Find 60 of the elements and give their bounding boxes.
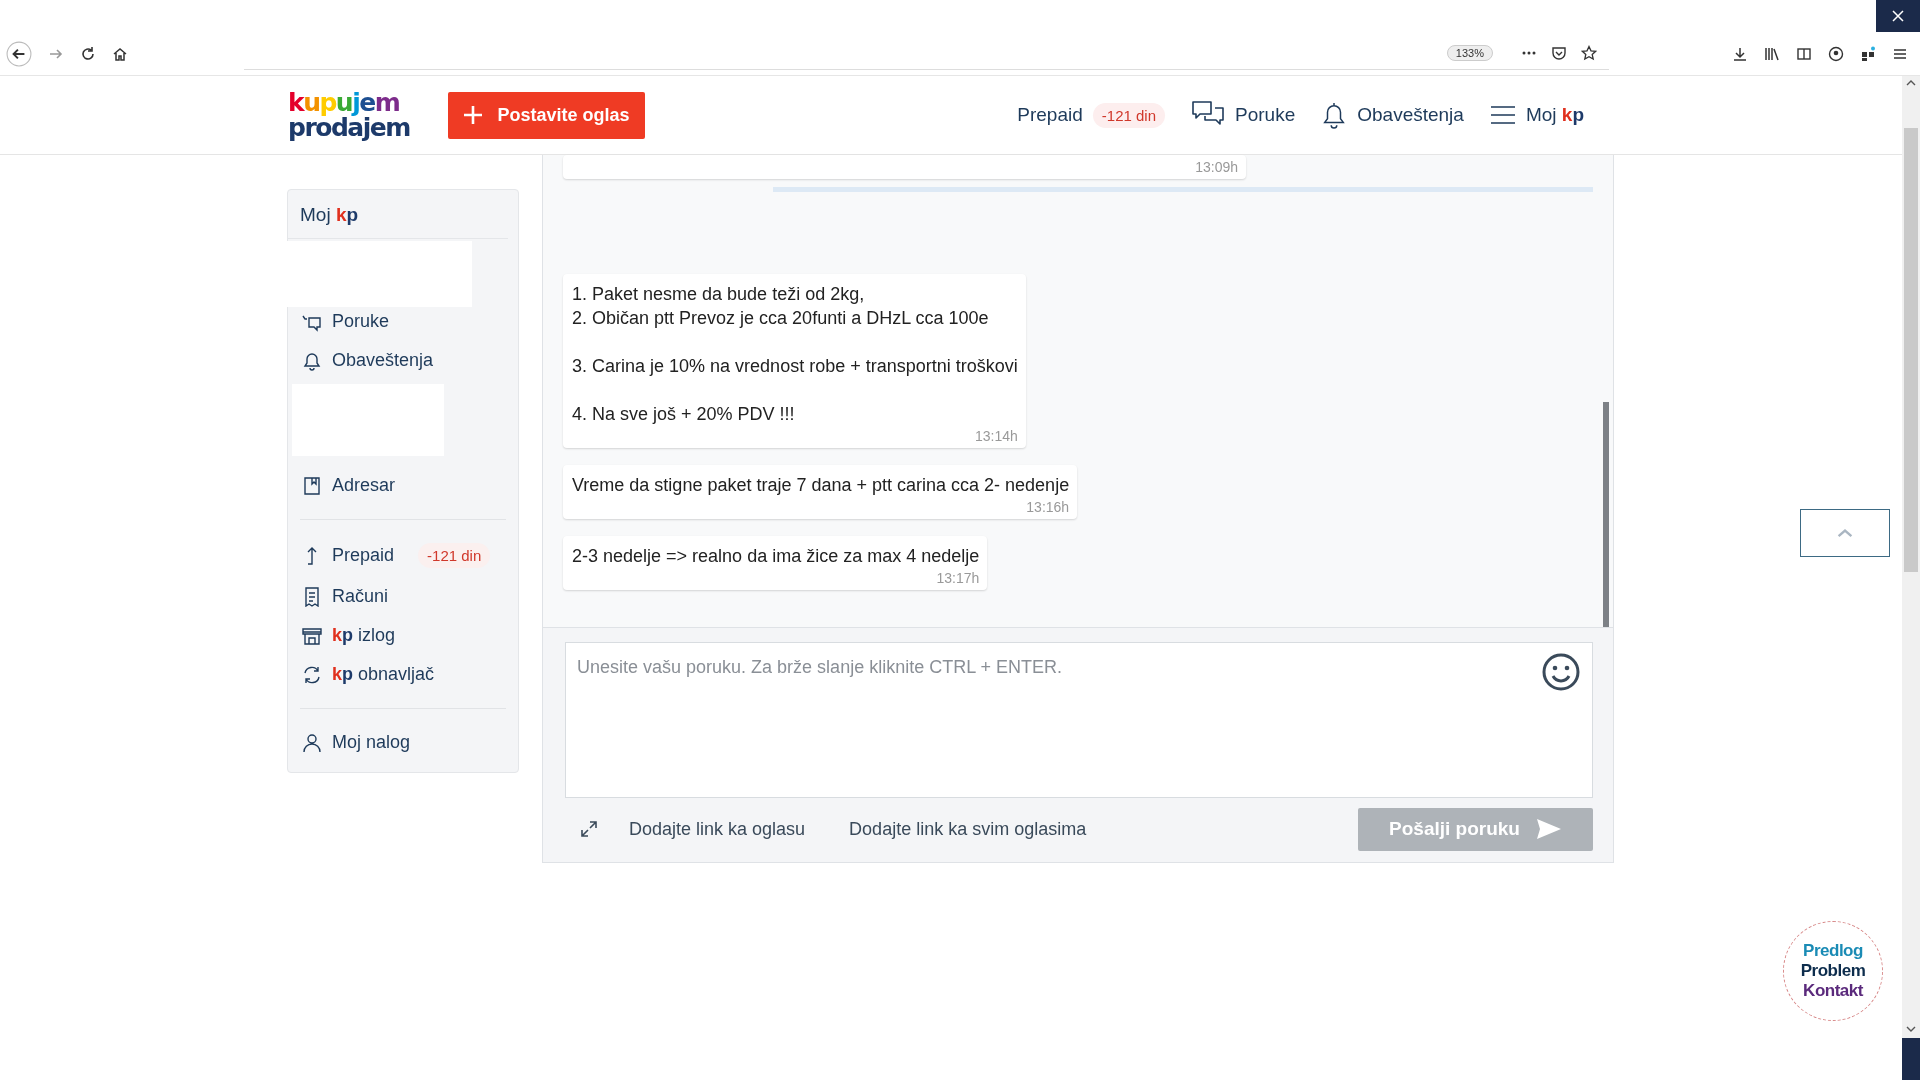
- message-text: Vreme da stigne paket traje 7 dana + ptt carina cca 2- nedenje: [572, 474, 1070, 497]
- sidebar-title: Moj kp: [288, 190, 508, 239]
- sidebar-link[interactable]: kp izlog: [332, 625, 396, 646]
- send-arrow-icon: [1535, 818, 1562, 840]
- back-icon[interactable]: [6, 40, 32, 67]
- reader-icon[interactable]: [1796, 45, 1812, 62]
- post-ad-button[interactable]: Postavite oglas: [448, 91, 645, 139]
- message-input[interactable]: Unesite vašu poruku. Za brže slanje kliknite CTRL + ENTER.: [565, 642, 1593, 798]
- message-text: 2-3 nedelje => realno da ima žice za max 4 nedelje: [572, 545, 980, 568]
- corner-panel: [1902, 1038, 1920, 1080]
- sidebar-link[interactable]: kp obnavljač: [332, 664, 435, 685]
- message-time: 13:16h: [1026, 499, 1070, 515]
- receipt-icon: [302, 586, 322, 607]
- chevron-up-icon: [1837, 528, 1853, 538]
- scrollbar-thumb[interactable]: [1603, 402, 1609, 627]
- sidebar-link[interactable]: Obaveštenja: [332, 350, 434, 371]
- message-text: 1. Paket nesme da bude teži od 2kg, 2. Običan ptt Prevoz je cca 20funti a DHzL cca 100e 3. Carina je 10% na vrednost robe + transportni troškovi 4. Na sve još + 20% PDV !!!: [572, 283, 1018, 426]
- close-button[interactable]: [1876, 0, 1920, 32]
- sidebar-link[interactable]: Računi: [332, 586, 389, 607]
- sidebar-link[interactable]: Adresar: [332, 475, 396, 496]
- scroll-up-icon[interactable]: [1906, 80, 1916, 86]
- address-bar[interactable]: 133%: [244, 37, 1609, 70]
- account-icon[interactable]: [1828, 45, 1844, 62]
- reload-icon[interactable]: [80, 45, 96, 62]
- balance-badge: -121 din: [418, 543, 491, 568]
- scroll-down-icon[interactable]: [1906, 1026, 1916, 1032]
- add-link-link[interactable]: Dodajte link ka oglasu: [629, 818, 806, 840]
- library-icon[interactable]: [1764, 45, 1780, 62]
- logo[interactable]: kupujem prodajem: [288, 90, 416, 140]
- smiley-icon[interactable]: [1541, 652, 1581, 692]
- storefront-icon: [302, 625, 322, 646]
- message-time: 13:17h: [936, 570, 980, 586]
- plus-icon: [463, 105, 484, 125]
- refresh-icon: [302, 664, 322, 685]
- scroll-to-top-button[interactable]: [1800, 509, 1890, 557]
- messages-link[interactable]: Poruke: [1235, 104, 1296, 126]
- star-icon[interactable]: [1581, 45, 1597, 61]
- message-time: 13:09h: [1195, 159, 1238, 175]
- notifications-link[interactable]: Obaveštenja: [1357, 104, 1464, 126]
- scrollbar-thumb[interactable]: [1904, 128, 1918, 572]
- feedback-badge[interactable]: Predlog Problem Kontakt: [1783, 921, 1883, 1021]
- menu-icon[interactable]: [1489, 105, 1516, 125]
- extensions-icon[interactable]: [1860, 45, 1876, 62]
- bookmark-book-icon: [302, 475, 322, 496]
- zoom-level[interactable]: 133%: [1446, 45, 1493, 61]
- prepaid-link[interactable]: Prepaid: [1017, 104, 1083, 126]
- my-kp-link[interactable]: Moj kp: [1525, 104, 1584, 126]
- user-icon: [302, 732, 322, 753]
- message-time: 13:14h: [974, 428, 1018, 444]
- add-link-link[interactable]: Dodajte link ka svim oglasima: [849, 818, 1087, 840]
- sidebar-link[interactable]: Prepaid: [332, 545, 395, 566]
- close-icon: [1891, 9, 1905, 23]
- home-icon[interactable]: [112, 45, 128, 62]
- download-icon[interactable]: [1732, 45, 1748, 62]
- sidebar-link[interactable]: Poruke: [332, 311, 390, 332]
- bell-icon: [302, 350, 322, 371]
- balance-badge: -121 din: [1092, 102, 1165, 128]
- pocket-icon[interactable]: [1551, 45, 1567, 61]
- sidebar-link[interactable]: Moj nalog: [332, 732, 411, 753]
- expand-icon[interactable]: [579, 819, 599, 839]
